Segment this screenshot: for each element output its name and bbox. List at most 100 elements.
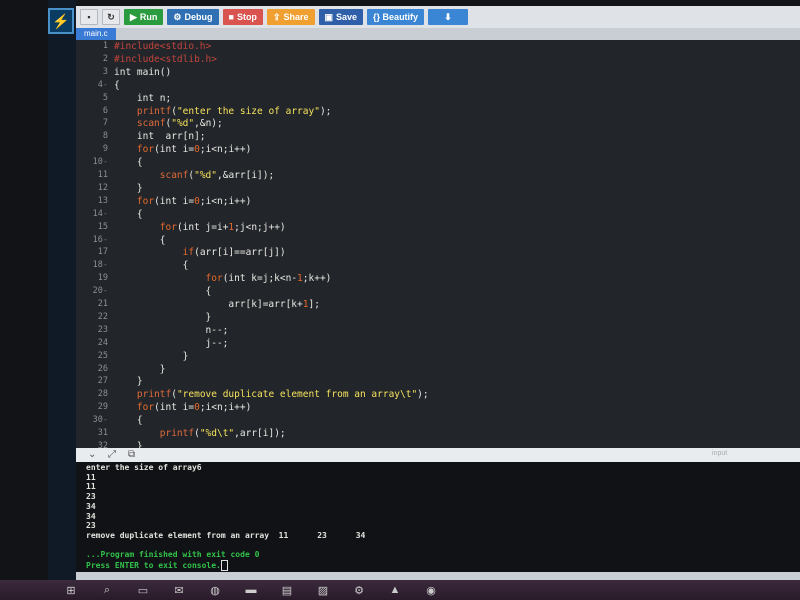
code-token: { [114, 79, 120, 91]
code-line[interactable]: 1 #include<stdio.h> [76, 41, 800, 53]
new-file-button[interactable]: ▪ [80, 9, 98, 25]
line-number: 18- [92, 260, 108, 271]
code-token: scanf [136, 118, 166, 130]
code-text: int main() [114, 67, 171, 78]
code-line[interactable]: 10- { [76, 157, 800, 169]
debug-button[interactable]: ⚙ Debug [167, 9, 219, 25]
app-icon[interactable]: ▲ [388, 583, 402, 597]
console-line: remove duplicate element from an array 1… [86, 531, 365, 540]
code-line[interactable]: 8 int arr[n]; [76, 131, 800, 143]
console-separator: ⌄ ⤢ ⧉ input [76, 448, 800, 462]
console-line: 23 [86, 521, 96, 530]
refresh-button[interactable]: ↻ [102, 9, 120, 25]
fold-toggle-icon[interactable]: - [103, 80, 108, 90]
code-editor[interactable]: 1 #include<stdio.h> 2 #include<stdlib.h> 3 in… [76, 40, 800, 448]
code-text: if(arr[i]==arr[j]) [114, 247, 286, 258]
code-line[interactable]: 19 for(int k=j;k<n-1;k++) [76, 273, 800, 285]
download-button[interactable]: ⬇ [428, 9, 469, 25]
console-text: ...Program finished with exit code 0 [86, 550, 260, 560]
mail-icon[interactable]: ✉ [172, 583, 186, 597]
copy-icon[interactable]: ⧉ [128, 449, 135, 460]
code-token: printf [136, 389, 172, 401]
output-console[interactable]: enter the size of array6 11 11 23 34 34 23 remo… [76, 462, 800, 572]
code-line[interactable]: 9 for(int i=0;i<n;i++) [76, 144, 800, 156]
code-text: #include<stdlib.h> [114, 54, 217, 65]
fold-toggle-icon[interactable]: - [103, 157, 108, 167]
line-number: 7 [102, 118, 108, 129]
app-logo-icon[interactable]: ⚡ [48, 8, 74, 34]
code-line[interactable]: 29 for(int i=0;i<n;i++) [76, 402, 800, 414]
code-line[interactable]: 27 } [76, 376, 800, 388]
line-number: 10- [92, 157, 108, 168]
fold-toggle-icon[interactable]: - [103, 286, 108, 296]
code-line[interactable]: 17 if(arr[i]==arr[j]) [76, 247, 800, 259]
code-line[interactable]: 25 } [76, 351, 800, 363]
code-token: ;i<n;i++) [199, 402, 252, 414]
code-line[interactable]: 24 j--; [76, 338, 800, 350]
code-line[interactable]: 11 scanf("%d",&arr[i]); [76, 170, 800, 182]
console-line: 11 [86, 482, 96, 491]
line-number: 12 [97, 182, 108, 193]
code-line[interactable]: 18- { [76, 260, 800, 272]
code-line[interactable]: 28 printf("remove duplicate element from… [76, 389, 800, 401]
code-token: if [182, 247, 195, 259]
windows-icon[interactable]: ⊞ [64, 583, 78, 597]
code-line[interactable]: 32 } [76, 441, 800, 448]
code-line[interactable]: 30- { [76, 415, 800, 427]
code-token: ;i<n;i++) [199, 195, 252, 207]
folder-icon[interactable]: ▬ [244, 583, 258, 597]
tab-main-c[interactable]: main.c [76, 28, 116, 40]
save-button[interactable]: ▣ Save [318, 9, 364, 25]
code-line[interactable]: 4- { [76, 80, 800, 92]
task-view-icon[interactable]: ▭ [136, 583, 150, 597]
code-line[interactable]: 20- { [76, 286, 800, 298]
search-icon[interactable]: ⌕ [100, 583, 114, 597]
console-text: 23 [86, 521, 96, 531]
code-line[interactable]: 7 scanf("%d",&n); [76, 118, 800, 130]
line-number: 19 [97, 273, 108, 284]
photos-icon[interactable]: ▨ [316, 583, 330, 597]
stop-button[interactable]: ■ Stop [222, 9, 263, 25]
code-token: #include<stdio.h> [114, 41, 212, 52]
console-line: 23 [86, 492, 96, 501]
code-line[interactable]: 5 int n; [76, 93, 800, 105]
code-line[interactable]: 3 int main() [76, 67, 800, 79]
code-line[interactable]: 13 for(int i=0;i<n;i++) [76, 196, 800, 208]
code-line[interactable]: 14- { [76, 209, 800, 221]
share-button[interactable]: ⇪ Share [266, 9, 315, 25]
code-line[interactable]: 31 printf("%d\t",arr[i]); [76, 428, 800, 440]
console-text: 11 [86, 482, 96, 492]
code-token: { [114, 260, 189, 272]
beautify-button[interactable]: {} Beautify [367, 9, 425, 25]
code-line[interactable]: 12 } [76, 183, 800, 195]
fold-toggle-icon[interactable]: - [103, 260, 108, 270]
line-number: 26 [97, 363, 108, 374]
run-button[interactable]: ▶ Run [124, 9, 164, 25]
settings-icon[interactable]: ⚙ [352, 583, 366, 597]
code-line[interactable]: 22 } [76, 312, 800, 324]
code-line[interactable]: 26 } [76, 364, 800, 376]
line-number: 24 [97, 337, 108, 348]
chrome-icon[interactable]: ◉ [424, 583, 438, 597]
line-number: 22 [97, 311, 108, 322]
fold-toggle-icon[interactable]: - [103, 209, 108, 219]
fold-toggle-icon[interactable]: - [103, 235, 108, 245]
code-token: { [114, 157, 143, 169]
store-icon[interactable]: ▤ [280, 583, 294, 597]
code-line[interactable]: 21 arr[k]=arr[k+1]; [76, 299, 800, 311]
line-number: 20- [92, 286, 108, 297]
code-line[interactable]: 23 n--; [76, 325, 800, 337]
code-line[interactable]: 2 #include<stdlib.h> [76, 54, 800, 66]
expand-icon[interactable]: ⤢ [108, 449, 116, 460]
code-line[interactable]: 15 for(int j=i+1;j<n;j++) [76, 222, 800, 234]
code-line[interactable]: 6 printf("enter the size of array"); [76, 106, 800, 118]
input-tab-label[interactable]: input [712, 450, 727, 457]
console-line: enter the size of array6 [86, 463, 202, 472]
browser-icon[interactable]: ◍ [208, 583, 222, 597]
fold-toggle-icon[interactable]: - [103, 415, 108, 425]
chevron-down-icon[interactable]: ⌄ [88, 449, 96, 460]
code-line[interactable]: 16- { [76, 235, 800, 247]
